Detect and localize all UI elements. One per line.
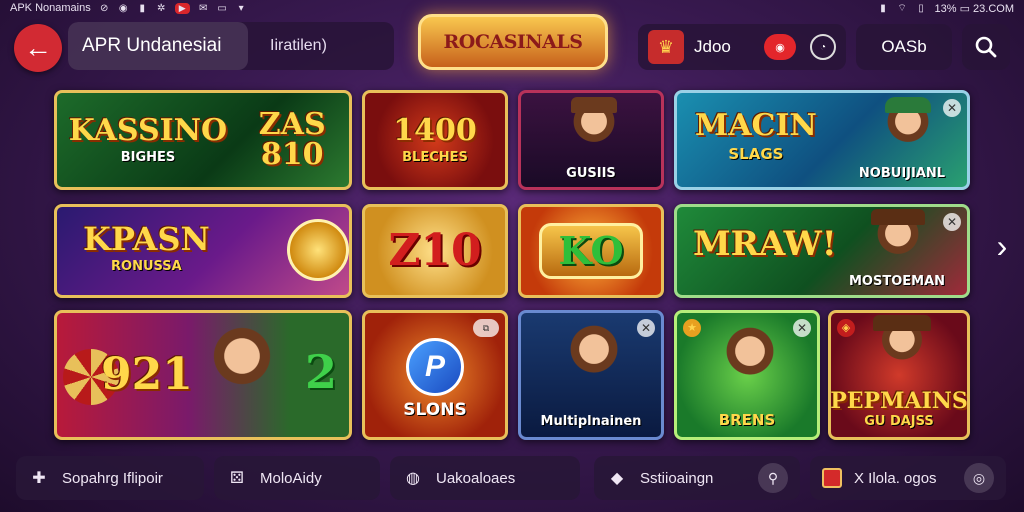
nav-label: Sstiioaingn	[640, 469, 714, 487]
game-tile-macin-slags[interactable]: ✕ MACIN SLAGS NOBUIJIANL	[674, 90, 970, 190]
close-icon[interactable]: ✕	[943, 213, 961, 231]
video-badge-icon: ▶	[174, 2, 190, 14]
tile-title: PEPMAINS	[830, 388, 968, 414]
chevron-right-icon[interactable]: ›	[988, 228, 1016, 268]
power-icon[interactable]: ◎	[964, 463, 994, 493]
tile-title: KASSINO	[68, 112, 228, 148]
tile-title: KPASN	[83, 220, 210, 258]
signal-icon: ▮	[880, 2, 886, 14]
tile-caption: MOSTOEMAN	[848, 274, 946, 289]
nav-label: X Ilola. ogos	[854, 469, 937, 487]
nav-label: Uakoaloaes	[436, 469, 516, 487]
tile-subtitle: GUSIIS	[566, 166, 616, 181]
game-tile-z10[interactable]: Z10	[362, 204, 508, 298]
search-icon	[975, 36, 997, 58]
cast-icon: ▭	[217, 2, 227, 14]
tile-subtitle: Multiplnainen	[540, 414, 642, 429]
search-icon[interactable]: ⚲	[758, 463, 788, 493]
dropdown-icon: ▾	[238, 2, 244, 14]
tile-title: Z10	[388, 225, 482, 276]
shield-icon: ◉	[118, 2, 128, 14]
nav-item-4[interactable]: X Ilola. ogos ◎	[810, 456, 1006, 500]
game-tile-gusiis[interactable]: GUSIIS	[518, 90, 664, 190]
tile-subtitle: BLECHES	[402, 149, 468, 165]
tile-subtitle: BIGHES	[120, 149, 176, 165]
character-avatar	[715, 321, 785, 407]
game-tile-mraw[interactable]: ✕ MRAW! MOSTOEMAN	[674, 204, 970, 298]
nav-item-0[interactable]: ✚ Sopahrg Iflipoir	[16, 456, 204, 500]
tile-title: KO	[558, 228, 624, 273]
trophy-icon: ♛	[648, 30, 684, 64]
tile-title: MRAW!	[693, 224, 837, 264]
app-subtitle: Iiratilen)	[270, 37, 327, 54]
nav-label: Sopahrg Iflipoir	[62, 469, 163, 487]
title-bar: APR Undanesiai Iiratilen)	[68, 22, 394, 70]
tag-icon: ◆	[610, 470, 624, 487]
tile-title: 921	[101, 349, 193, 400]
back-button[interactable]: ←	[14, 24, 62, 72]
tile-title: 1400	[393, 112, 477, 148]
chip-badge-icon: ◈	[837, 319, 855, 337]
tile-title: MACIN	[695, 108, 817, 143]
tile-big-number: 2	[305, 345, 338, 399]
tile-subtitle: SLONS	[403, 400, 467, 420]
game-tile-pepmains[interactable]: ◈ PEPMAINS GU DAJSS	[828, 310, 970, 440]
clock-icon[interactable]: ◔	[810, 34, 836, 60]
game-tile-ko[interactable]: KO	[518, 204, 664, 298]
tile-big-number: ZAS 810	[258, 107, 326, 172]
tile-subtitle: RONUSSA	[111, 259, 182, 274]
game-tile-multiplnainen[interactable]: ✕ Multiplnainen	[518, 310, 664, 440]
status-app-name: APK Nonamains	[10, 2, 91, 14]
hat-icon	[871, 209, 925, 225]
star-badge-icon: ★	[683, 319, 701, 337]
game-tile-kassino[interactable]: KASSINO BIGHES ZAS 810	[54, 90, 352, 190]
search-button[interactable]	[962, 24, 1010, 70]
phone-icon: ▮	[139, 2, 145, 14]
info-badge-icon[interactable]: ⧉	[473, 319, 499, 337]
character-avatar	[559, 319, 629, 405]
game-tile-kpasn[interactable]: KPASN RONUSSA	[54, 204, 352, 298]
casino-logo: ROCASINALS	[418, 14, 608, 70]
chip-icon	[822, 468, 842, 488]
nav-item-1[interactable]: ⚄ MoloAidy	[214, 456, 380, 500]
mail-icon: ✉	[198, 2, 208, 14]
dashboard-button[interactable]: OASb	[856, 24, 952, 70]
arrow-left-icon: ←	[24, 32, 52, 63]
close-icon[interactable]: ✕	[637, 319, 655, 337]
nav-item-3[interactable]: ◆ Sstiioaingn ⚲	[594, 456, 800, 500]
close-icon[interactable]: ✕	[793, 319, 811, 337]
game-tile-1400[interactable]: 1400 BLECHES	[362, 90, 508, 190]
nav-item-2[interactable]: ◍ Uakoaloaes	[390, 456, 580, 500]
gamepad-icon: ◍	[406, 470, 420, 487]
puzzle-icon: ✚	[32, 470, 46, 487]
close-icon[interactable]: ✕	[943, 99, 961, 117]
game-tile-brens[interactable]: ★ ✕ BRENS	[674, 310, 820, 440]
game-tile-921[interactable]: 921 2	[54, 310, 352, 440]
tile-caption: NOBUIJIANL	[858, 166, 946, 181]
balance-bar[interactable]: ♛ Jdoo ◉ ◔	[638, 24, 846, 70]
character-avatar	[197, 321, 287, 421]
p-logo-icon: P	[406, 338, 464, 396]
game-tile-slons[interactable]: ⧉ P SLONS	[362, 310, 508, 440]
nav-label: MoloAidy	[260, 469, 322, 487]
dice-icon: ⚄	[230, 470, 244, 487]
app-title: APR Undanesiai	[68, 22, 248, 70]
cap-icon	[885, 97, 931, 113]
status-battery-time: 13% ▭ 23.COM	[934, 2, 1014, 15]
tile-subtitle: BRENS	[718, 411, 776, 429]
tile-subtitle: SLAGS	[728, 145, 784, 163]
tile-subtitle: GU DAJSS	[864, 414, 934, 429]
hat-icon	[571, 97, 617, 113]
hat-icon	[873, 315, 931, 331]
balance-value: Jdoo	[694, 37, 731, 56]
wifi-icon: ⌔	[897, 2, 907, 14]
coin-icon[interactable]: ◉	[764, 34, 796, 60]
gold-coin-icon	[287, 219, 349, 281]
notification-icon: ⊘	[100, 2, 109, 14]
vibrate-icon: ▯	[918, 2, 924, 14]
settings-icon: ✲	[157, 2, 166, 14]
